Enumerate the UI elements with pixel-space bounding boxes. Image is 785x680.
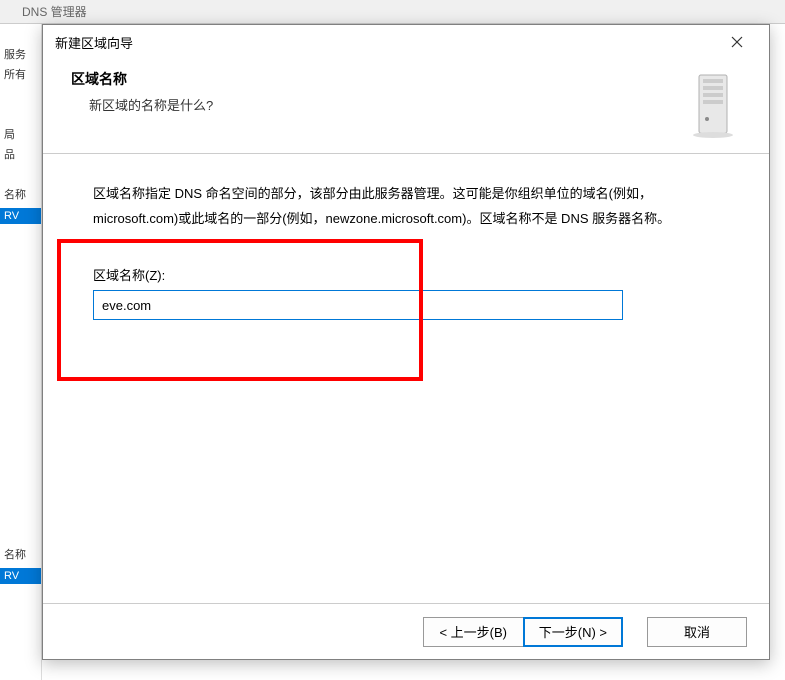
bg-left-panel: 服务 所有 局 品 名称 RV 名称 RV bbox=[0, 24, 42, 680]
header-text-block: 区域名称 新区域的名称是什么? bbox=[71, 69, 213, 114]
zone-name-input[interactable] bbox=[93, 290, 623, 320]
back-button[interactable]: < 上一步(B) bbox=[423, 617, 523, 647]
bg-left-item: 局 bbox=[0, 124, 41, 144]
cancel-button[interactable]: 取消 bbox=[647, 617, 747, 647]
bg-window-title-text: DNS 管理器 bbox=[22, 5, 87, 19]
bg-left-label: 名称 bbox=[0, 184, 41, 204]
dialog-header: 区域名称 新区域的名称是什么? bbox=[43, 59, 769, 154]
next-button[interactable]: 下一步(N) > bbox=[523, 617, 623, 647]
explain-text: 区域名称指定 DNS 命名空间的部分，该部分由此服务器管理。这可能是你组织单位的… bbox=[93, 182, 719, 231]
dialog-title: 新建区域向导 bbox=[55, 33, 133, 52]
wizard-dialog: 新建区域向导 区域名称 新区域的名称是什么? 区域名称指定 D bbox=[42, 24, 770, 660]
close-button[interactable] bbox=[717, 28, 757, 56]
dialog-body: 区域名称指定 DNS 命名空间的部分，该部分由此服务器管理。这可能是你组织单位的… bbox=[43, 154, 769, 340]
zone-name-label: 区域名称(Z): bbox=[93, 265, 719, 284]
bg-left-item: 所有 bbox=[0, 64, 41, 84]
bg-left-item: 服务 bbox=[0, 44, 41, 64]
zone-name-area: 区域名称(Z): bbox=[93, 265, 719, 320]
header-subtext: 新区域的名称是什么? bbox=[71, 95, 213, 114]
bg-left-selected: RV bbox=[0, 568, 41, 584]
dialog-footer: < 上一步(B) 下一步(N) > 取消 bbox=[43, 603, 769, 659]
dialog-titlebar: 新建区域向导 bbox=[43, 25, 769, 59]
close-icon bbox=[731, 36, 743, 48]
server-icon bbox=[685, 69, 741, 139]
header-heading: 区域名称 bbox=[71, 69, 213, 89]
bg-left-label: 名称 bbox=[0, 544, 41, 564]
bg-window-titlebar: DNS 管理器 bbox=[0, 0, 785, 24]
bg-left-selected: RV bbox=[0, 208, 41, 224]
bg-left-item: 品 bbox=[0, 144, 41, 164]
